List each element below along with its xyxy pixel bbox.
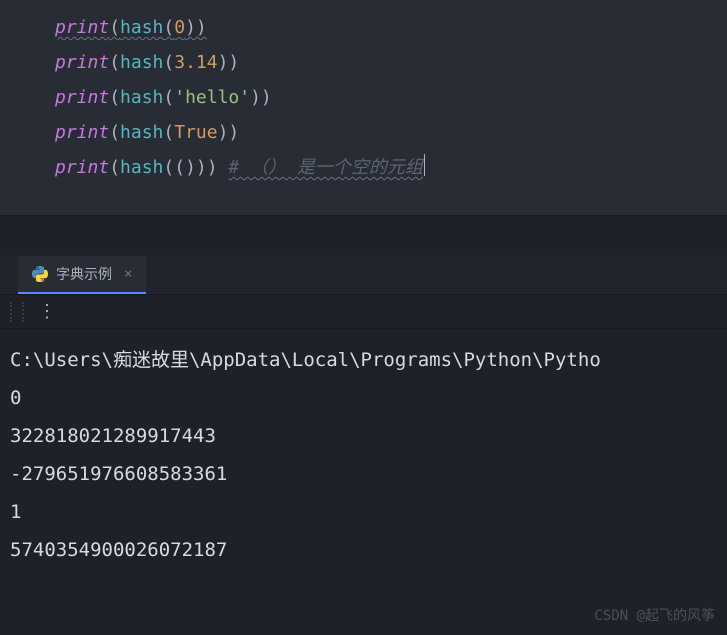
code-token: )) [185,14,207,41]
code-token: )) [250,84,272,111]
code-token: print [55,84,109,111]
console-line: -279651976608583361 [10,455,717,493]
code-line[interactable]: print(hash(True)) [0,115,727,150]
code-token: 3.14 [174,49,217,76]
console-line: 5740354900026072187 [10,531,717,569]
tab-bar: 字典示例 × [0,255,727,295]
code-token: ( [163,49,174,76]
code-editor[interactable]: print(hash(0))print(hash(3.14))print(has… [0,0,727,215]
console-line: 1 [10,493,717,531]
code-token: ( [163,84,174,111]
code-token: hash [120,49,163,76]
text-cursor [424,154,425,176]
code-token: )) [218,119,240,146]
code-token: ( [109,14,120,41]
tab-label: 字典示例 [56,264,112,284]
watermark: CSDN @起飞的风筝 [594,605,715,625]
code-line[interactable]: print(hash(0)) [0,10,727,45]
output-toolbar: ⋮ [0,295,727,329]
code-token: hash [120,84,163,111]
code-token: print [55,14,109,41]
console-line: C:\Users\痴迷故里\AppData\Local\Programs\Pyt… [10,341,717,379]
console-line: 322818021289917443 [10,417,717,455]
drag-handle-icon[interactable] [10,302,24,322]
code-line[interactable]: print(hash('hello')) [0,80,727,115]
python-icon [32,266,48,282]
console-line: 0 [10,379,717,417]
code-token: 'hello' [174,84,250,111]
code-token: hash [120,14,163,41]
code-token: (())) [163,154,217,181]
console-output[interactable]: C:\Users\痴迷故里\AppData\Local\Programs\Pyt… [0,329,727,581]
code-token: ( [109,84,120,111]
code-token: print [55,119,109,146]
more-icon[interactable]: ⋮ [38,301,57,322]
code-token: # （） 是一个空的元组 [228,154,423,181]
code-token: 0 [174,14,185,41]
code-token: True [174,119,217,146]
code-token: ( [163,14,174,41]
code-token: ( [109,49,120,76]
code-token: ( [163,119,174,146]
output-pane: 字典示例 × ⋮ C:\Users\痴迷故里\AppData\Local\Pro… [0,255,727,581]
code-token: hash [120,154,163,181]
pane-divider [0,215,727,255]
code-token: ( [109,154,120,181]
close-icon[interactable]: × [124,266,132,282]
code-token: hash [120,119,163,146]
code-line[interactable]: print(hash(3.14)) [0,45,727,80]
code-token: ( [109,119,120,146]
code-token [218,154,229,181]
code-line[interactable]: print(hash(())) # （） 是一个空的元组 [0,150,727,185]
code-token: print [55,154,109,181]
code-token: print [55,49,109,76]
code-token: )) [218,49,240,76]
tab-active[interactable]: 字典示例 × [18,256,146,294]
